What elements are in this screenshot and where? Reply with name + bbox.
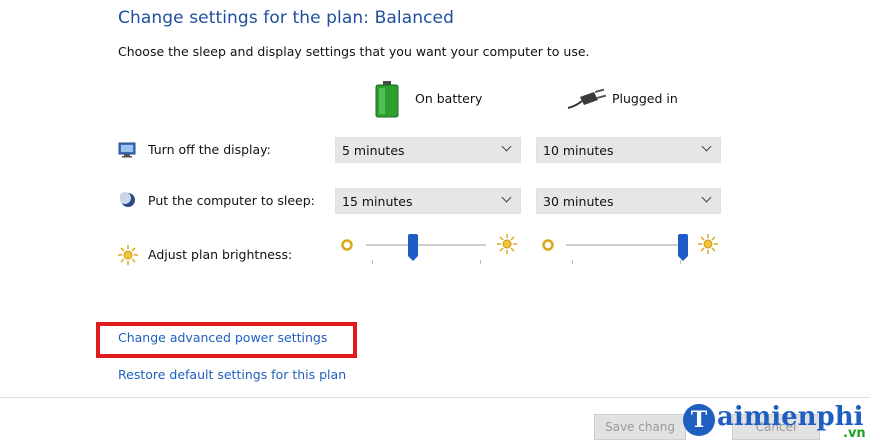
watermark-brand: aimienphi xyxy=(717,402,864,432)
watermark-logo: T aimienphi .vn xyxy=(683,400,870,442)
bright-icon xyxy=(497,234,517,254)
sun-icon xyxy=(118,245,138,265)
chevron-down-icon xyxy=(501,141,512,152)
watermark-initial: T xyxy=(683,404,715,436)
battery-icon xyxy=(372,80,402,118)
bright-icon xyxy=(698,234,718,254)
brightness-row-label: Adjust plan brightness: xyxy=(148,247,293,262)
advanced-settings-link[interactable]: Change advanced power settings xyxy=(118,330,327,345)
plug-icon xyxy=(566,88,607,112)
moon-icon xyxy=(119,192,136,208)
page-title: Change settings for the plan: Balanced xyxy=(118,8,454,28)
save-changes-button[interactable]: Save chang xyxy=(594,414,686,440)
slider-thumb[interactable] xyxy=(408,234,418,261)
slider-tick xyxy=(572,260,573,264)
sleep-plugged-value: 30 minutes xyxy=(543,193,614,209)
display-row-label: Turn off the display: xyxy=(148,142,271,157)
display-icon xyxy=(118,142,136,158)
chevron-down-icon xyxy=(501,192,512,203)
chevron-down-icon xyxy=(701,141,712,152)
display-battery-select[interactable]: 5 minutes xyxy=(335,137,521,163)
page-subtitle: Choose the sleep and display settings th… xyxy=(118,44,590,59)
slider-track xyxy=(566,244,688,246)
plugged-brightness-slider[interactable] xyxy=(566,234,688,266)
battery-column-label: On battery xyxy=(415,91,483,106)
watermark-suffix: .vn xyxy=(843,426,866,441)
display-battery-value: 5 minutes xyxy=(342,142,405,158)
sleep-battery-value: 15 minutes xyxy=(342,193,413,209)
slider-tick xyxy=(480,260,481,264)
restore-defaults-link[interactable]: Restore default settings for this plan xyxy=(118,367,346,382)
display-plugged-select[interactable]: 10 minutes xyxy=(536,137,721,163)
sleep-row-label: Put the computer to sleep: xyxy=(148,193,315,208)
battery-brightness-slider[interactable] xyxy=(366,234,486,266)
plugged-column-label: Plugged in xyxy=(612,91,678,106)
footer-divider xyxy=(0,397,870,398)
dim-icon xyxy=(541,237,555,251)
slider-track xyxy=(366,244,486,246)
sleep-battery-select[interactable]: 15 minutes xyxy=(335,188,521,214)
slider-thumb[interactable] xyxy=(678,234,688,261)
slider-tick xyxy=(372,260,373,264)
dim-icon xyxy=(340,237,354,251)
chevron-down-icon xyxy=(701,192,712,203)
display-plugged-value: 10 minutes xyxy=(543,142,614,158)
sleep-plugged-select[interactable]: 30 minutes xyxy=(536,188,721,214)
